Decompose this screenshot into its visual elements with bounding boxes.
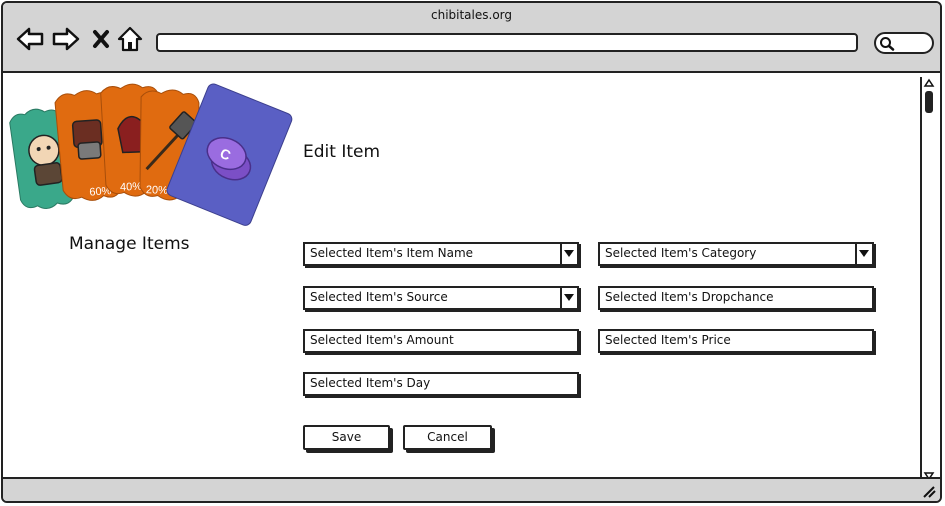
browser-search-input[interactable] [874,32,934,54]
source-value: Selected Item's Source [310,290,448,304]
search-icon [880,37,895,51]
page-content: 60% 40% 20% C Manage Items Edit Item Sel… [3,73,940,480]
item-name-select[interactable]: Selected Item's Item Name [303,242,579,266]
back-button[interactable] [15,25,45,53]
chevron-down-icon [564,250,574,257]
manage-items-title: Manage Items [69,234,190,254]
category-select[interactable]: Selected Item's Category [598,242,874,266]
item-name-dropdown-toggle[interactable] [560,244,577,264]
category-value: Selected Item's Category [605,246,757,260]
source-select[interactable]: Selected Item's Source [303,286,579,310]
forward-arrow-icon [52,27,80,51]
scroll-up-arrow-icon[interactable] [922,77,936,89]
day-value: Selected Item's Day [310,376,431,390]
amount-input[interactable]: Selected Item's Amount [303,329,579,353]
day-input[interactable]: Selected Item's Day [303,372,579,396]
dropchance-value: Selected Item's Dropchance [605,290,774,304]
stop-button[interactable] [91,25,111,53]
card-badge-40: 40% [120,181,143,194]
price-value: Selected Item's Price [605,333,731,347]
item-cards-image: 60% 40% 20% C [9,83,293,226]
home-button[interactable] [117,25,143,53]
save-button[interactable]: Save [303,425,390,450]
category-dropdown-toggle[interactable] [855,244,872,264]
resize-grip-icon[interactable] [922,484,936,498]
home-icon [117,26,143,52]
chevron-down-icon [859,250,869,257]
browser-toolbar: chibitales.org [3,3,940,73]
address-bar[interactable] [156,33,858,52]
site-title: chibitales.org [430,8,512,22]
back-arrow-icon [16,27,44,51]
dropchance-input[interactable]: Selected Item's Dropchance [598,286,874,310]
edit-item-title: Edit Item [303,142,381,162]
close-icon [93,30,109,48]
item-name-value: Selected Item's Item Name [310,246,474,260]
amount-value: Selected Item's Amount [310,333,454,347]
chevron-down-icon [564,294,574,301]
browser-window: chibitales.org 60% 40% 20% C Manage Item… [1,1,942,503]
scrollbar-thumb[interactable] [925,91,933,113]
forward-button[interactable] [51,25,81,53]
status-bar [3,477,940,501]
vertical-scrollbar[interactable] [920,77,936,482]
price-input[interactable]: Selected Item's Price [598,329,874,353]
cancel-button[interactable]: Cancel [403,425,492,450]
source-dropdown-toggle[interactable] [560,288,577,308]
card-badge-20: 20% [146,184,169,197]
